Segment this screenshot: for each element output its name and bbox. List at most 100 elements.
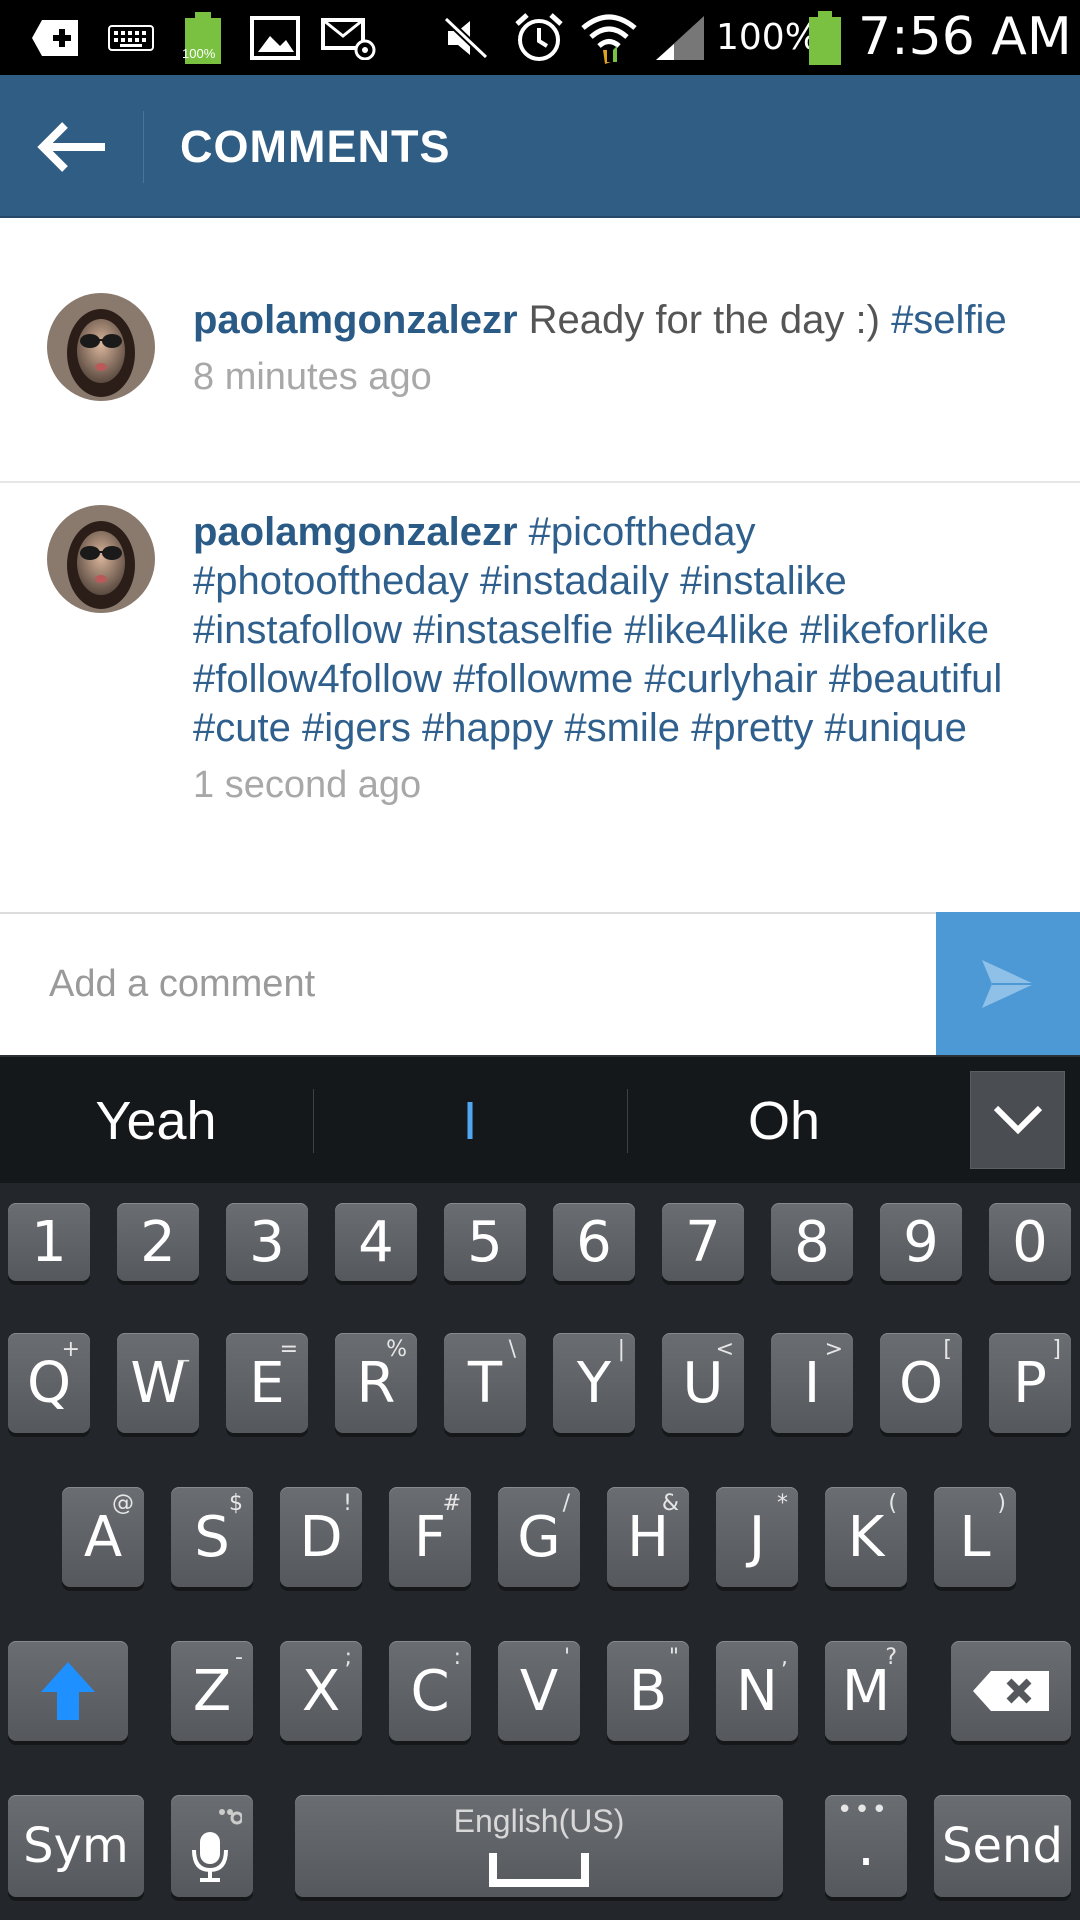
suggestion-1[interactable]: Yeah (6, 1057, 306, 1185)
key-3[interactable]: 3 (226, 1203, 308, 1281)
key-label: I (803, 1350, 821, 1416)
send-key[interactable]: Send (934, 1795, 1071, 1897)
soft-keyboard: Yeah I Oh 1 2 3 4 5 6 7 8 9 0 + Q _ W = E %… (0, 1055, 1080, 1920)
key-sublabel: : (453, 1645, 461, 1670)
key-sublabel: " (668, 1645, 679, 1670)
key-label: Sym (23, 1818, 129, 1874)
key-y[interactable]: | Y (553, 1333, 635, 1433)
key-label: 9 (903, 1209, 939, 1275)
key-4[interactable]: 4 (335, 1203, 417, 1281)
backspace-key[interactable] (951, 1641, 1071, 1741)
backspace-icon (973, 1671, 1049, 1711)
key-z[interactable]: -Z (171, 1641, 253, 1741)
key-sublabel: | (617, 1337, 625, 1362)
suggestion-2[interactable]: I (320, 1057, 620, 1185)
wifi-icon (580, 0, 638, 75)
key-sublabel: ( (888, 1491, 897, 1516)
key-7[interactable]: 7 (662, 1203, 744, 1281)
comment-hashtags[interactable]: #selfie (891, 298, 1007, 342)
key-sublabel: ? (885, 1645, 897, 1670)
chevron-down-icon (993, 1105, 1042, 1135)
key-5[interactable]: 5 (444, 1203, 526, 1281)
suggestion-3[interactable]: Oh (634, 1057, 934, 1185)
image-icon (248, 0, 302, 75)
shift-key[interactable] (8, 1641, 128, 1741)
key-w[interactable]: _ W (117, 1333, 199, 1433)
avatar[interactable] (47, 505, 155, 613)
space-key[interactable]: English(US) (295, 1795, 783, 1897)
key-2[interactable]: 2 (117, 1203, 199, 1281)
alarm-icon (512, 0, 566, 75)
key-sublabel: ' (563, 1645, 570, 1670)
microphone-icon (192, 1809, 242, 1882)
key-b[interactable]: " B (607, 1641, 689, 1741)
key-t[interactable]: \ T (444, 1333, 526, 1433)
key-l[interactable]: ) L (934, 1487, 1016, 1587)
key-r[interactable]: % R (335, 1333, 417, 1433)
sym-key[interactable]: Sym (8, 1795, 144, 1897)
key-1[interactable]: 1 (8, 1203, 90, 1281)
mute-icon (440, 0, 492, 75)
key-n[interactable]: ,N (716, 1641, 798, 1741)
key-sublabel: _ (178, 1337, 189, 1362)
key-label: S (194, 1504, 230, 1570)
key-sublabel: @ (112, 1491, 134, 1516)
back-button[interactable] (0, 75, 143, 218)
key-p[interactable]: ] P (989, 1333, 1071, 1433)
key-label: T (467, 1350, 503, 1416)
comment-username[interactable]: paolamgonzalezr (193, 298, 518, 342)
key-label: F (413, 1504, 447, 1570)
keyboard-icon (106, 0, 156, 75)
key-6[interactable]: 6 (553, 1203, 635, 1281)
key-g[interactable]: / G (498, 1487, 580, 1587)
signal-icon (652, 0, 708, 75)
key-sublabel: % (386, 1337, 407, 1362)
key-o[interactable]: [O (880, 1333, 962, 1433)
comment-text: Ready for the day :) (528, 298, 880, 342)
key-sublabel: + (61, 1337, 80, 1362)
key-a[interactable]: @ A (62, 1487, 144, 1587)
battery-charging-icon: 100% (180, 0, 226, 75)
key-label: K (847, 1504, 885, 1570)
app-header: COMMENTS (0, 75, 1080, 218)
key-label: 1 (31, 1209, 67, 1275)
collapse-keyboard-button[interactable] (970, 1071, 1065, 1169)
avatar[interactable] (47, 293, 155, 401)
comment-body: paolamgonzalezr Ready for the day :) #se… (193, 296, 1010, 402)
key-0[interactable]: 0 (989, 1203, 1071, 1281)
comment-username[interactable]: paolamgonzalezr (193, 510, 518, 554)
key-label: 5 (467, 1209, 503, 1275)
key-s[interactable]: $ S (171, 1487, 253, 1587)
key-k[interactable]: (K (825, 1487, 907, 1587)
comment-timestamp: 8 minutes ago (193, 356, 432, 398)
send-button[interactable] (936, 912, 1080, 1055)
key-m[interactable]: ? M (825, 1641, 907, 1741)
voice-input-key[interactable] (171, 1795, 253, 1897)
comment-input[interactable] (0, 914, 936, 1055)
key-v[interactable]: ' V (498, 1641, 580, 1741)
space-key-label: English(US) (453, 1803, 625, 1839)
shift-arrow-icon (41, 1662, 95, 1720)
comments-list: paolamgonzalezr Ready for the day :) #se… (0, 218, 1080, 912)
key-h[interactable]: & H (607, 1487, 689, 1587)
key-sublabel: < (715, 1337, 734, 1362)
key-c[interactable]: :C (389, 1641, 471, 1741)
key-label: 6 (576, 1209, 612, 1275)
key-e[interactable]: = E (226, 1333, 308, 1433)
battery-small-label: 100% (182, 46, 216, 61)
key-label: Send (942, 1818, 1063, 1874)
key-f[interactable]: # F (389, 1487, 471, 1587)
key-sublabel: ; (344, 1645, 352, 1670)
period-key[interactable]: ••• . (825, 1795, 907, 1897)
key-8[interactable]: 8 (771, 1203, 853, 1281)
key-q[interactable]: + Q (8, 1333, 90, 1433)
key-i[interactable]: > I (771, 1333, 853, 1433)
header-divider (143, 111, 144, 183)
key-label: L (959, 1504, 991, 1570)
key-9[interactable]: 9 (880, 1203, 962, 1281)
key-j[interactable]: * J (716, 1487, 798, 1587)
key-x[interactable]: ; X (280, 1641, 362, 1741)
key-d[interactable]: ! D (280, 1487, 362, 1587)
key-u[interactable]: < U (662, 1333, 744, 1433)
key-label: 3 (249, 1209, 285, 1275)
